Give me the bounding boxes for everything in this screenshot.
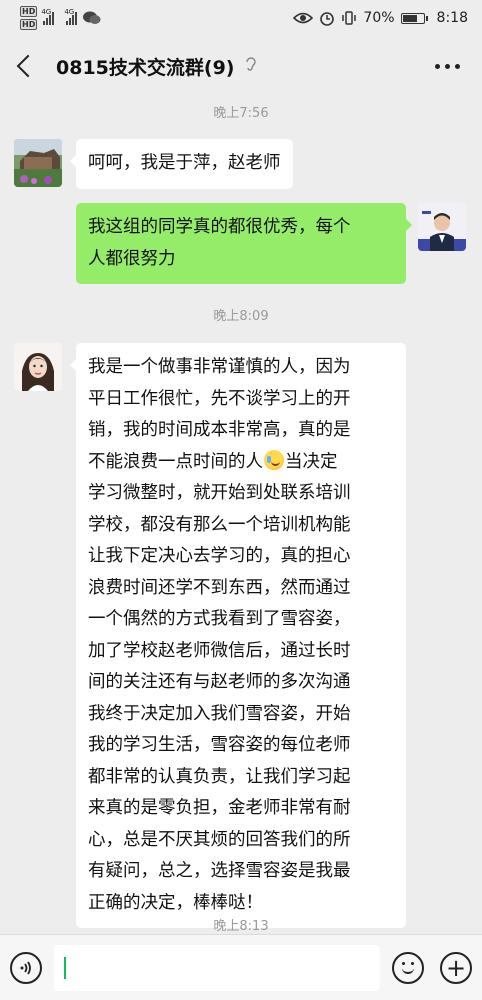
signal-1-label: 4G — [41, 8, 52, 16]
text-cursor — [64, 956, 66, 979]
hd-badges: HD HD — [20, 6, 38, 30]
input-bar: + — [0, 934, 482, 1000]
message-input[interactable] — [54, 944, 380, 991]
message-text: 我的学习生活，雪容姿的每位老师 — [88, 735, 351, 755]
message-text: 有疑问，总之，选择雪容姿是我最 — [88, 861, 351, 881]
status-right: 70% 8:18 — [293, 10, 468, 26]
message-text: 学校，都没有那么一个培训机构能 — [88, 514, 351, 535]
vibrate-icon — [342, 11, 357, 25]
message-input-wrapper[interactable] — [54, 944, 380, 991]
hd-badge-1: HD — [20, 6, 38, 17]
battery-icon — [400, 12, 428, 24]
signal-icon-1: 4G — [41, 8, 55, 25]
clock: 8:18 — [436, 10, 468, 26]
message-text: 销，我的时间成本非常高，真的是 — [88, 420, 351, 440]
message-text: 来真的是零负担，金老师非常有耐 — [88, 798, 351, 818]
eye-icon — [293, 12, 314, 24]
message-text: 心，总是不厌其烦的回答我们的所 — [88, 829, 351, 850]
timestamp: 晚上7:56 — [213, 106, 269, 121]
input-actions: + — [392, 951, 472, 984]
avatar[interactable] — [418, 203, 466, 251]
emoji-icon[interactable] — [392, 951, 424, 984]
earpiece-icon — [244, 55, 258, 77]
alarm-icon — [320, 12, 335, 26]
plus-icon[interactable]: + — [440, 951, 472, 984]
message-text: 我这组的同学真的都很优秀，每个 — [88, 217, 351, 237]
message-bubble-incoming[interactable]: 我是一个做事非常谨慎的人，因为 平日工作很忙，先不谈学习上的开 销，我的时间成本… — [70, 343, 406, 928]
message-text: 学习微整时，就开始到处联系培训 — [88, 483, 351, 503]
signal-2-label: 4G — [64, 8, 75, 16]
more-icon[interactable] — [435, 63, 460, 69]
message-text: 一个偶然的方式我看到了雪容姿， — [88, 609, 351, 629]
message-text: 人都很努力 — [88, 248, 176, 269]
timestamp: 晚上8:09 — [213, 309, 269, 324]
message-text: 让我下定决心去学习的，真的担心 — [88, 546, 351, 566]
signal-icon-2: 4G — [64, 8, 78, 25]
timestamp: 晚上8:13 — [213, 919, 269, 934]
chat-title: 0815技术交流群(9) — [56, 56, 235, 79]
avatar[interactable] — [14, 343, 62, 391]
message-bubble-outgoing[interactable]: 我这组的同学真的都很优秀，每个 人都很努力 — [76, 203, 412, 284]
message-text: 不能浪费一点时间的人 — [88, 451, 263, 472]
battery-percent: 70% — [363, 10, 395, 26]
message-text: 间的关注还有与赵老师的多次沟通 — [88, 672, 351, 692]
status-bar: HD HD 4G 4G 70% 8:18 — [0, 0, 482, 36]
avatar[interactable] — [14, 139, 62, 187]
message-bubble-incoming[interactable]: 呵呵，我是于萍，赵老师 — [70, 139, 293, 189]
wechat-icon — [83, 11, 101, 24]
chat-header: 0815技术交流群(9) — [0, 36, 482, 96]
message-text: 平日工作很忙，先不谈学习上的开 — [88, 388, 351, 409]
message-text: 当决定 — [285, 451, 338, 472]
message-text: 我终于决定加入我们雪容姿，开始 — [88, 703, 351, 724]
hd-badge-2: HD — [20, 19, 38, 30]
message-text: 浪费时间还学不到东西，然而通过 — [88, 577, 351, 598]
message-text: 加了学校赵老师微信后，通过长时 — [88, 640, 351, 661]
laughing-crying-emoji-icon — [264, 449, 284, 470]
message-text: 呵呵，我是于萍，赵老师 — [88, 153, 281, 173]
voice-icon[interactable] — [10, 951, 42, 984]
message-text: 我是一个做事非常谨慎的人，因为 — [88, 357, 351, 377]
message-text: 都非常的认真负责，让我们学习起 — [88, 766, 351, 787]
status-left: HD HD 4G 4G — [20, 6, 101, 30]
back-arrow-icon[interactable] — [16, 54, 40, 78]
message-text-with-emoji: 不能浪费一点时间的人 当决定 — [88, 447, 394, 479]
